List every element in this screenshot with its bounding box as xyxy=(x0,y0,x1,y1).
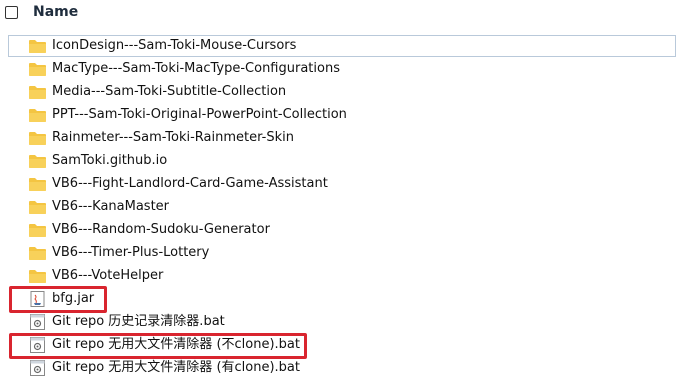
folder-icon xyxy=(28,245,47,261)
folder-row[interactable]: VB6---Timer-Plus-Lottery xyxy=(8,242,678,264)
highlight-box xyxy=(9,333,307,359)
file-name: SamToki.github.io xyxy=(52,153,168,168)
file-name: VB6---Fight-Landlord-Card-Game-Assistant xyxy=(52,176,328,191)
folder-icon xyxy=(28,61,47,77)
select-all-checkbox[interactable] xyxy=(5,6,18,19)
folder-row[interactable]: VB6---Fight-Landlord-Card-Game-Assistant xyxy=(8,173,678,195)
file-name: Media---Sam-Toki-Subtitle-Collection xyxy=(52,84,287,99)
file-name: VB6---Random-Sudoku-Generator xyxy=(52,222,270,237)
folder-row[interactable]: VB6---KanaMaster xyxy=(8,196,678,218)
folder-icon xyxy=(28,38,47,54)
folder-icon xyxy=(28,268,47,284)
batch-file-icon xyxy=(28,314,47,330)
column-header: Name xyxy=(0,0,678,30)
folder-icon xyxy=(28,176,47,192)
file-row[interactable]: bfg.jar xyxy=(8,288,678,310)
file-name: VB6---KanaMaster xyxy=(52,199,170,214)
folder-row[interactable]: IconDesign---Sam-Toki-Mouse-Cursors xyxy=(8,35,678,57)
file-name: Git repo 无用大文件清除器 (有clone).bat xyxy=(52,360,300,375)
file-row[interactable]: Git repo 历史记录清除器.bat xyxy=(8,311,678,333)
file-name: VB6---Timer-Plus-Lottery xyxy=(52,245,210,260)
file-row[interactable]: Git repo 无用大文件清除器 (有clone).bat xyxy=(8,357,678,379)
name-column-header[interactable]: Name xyxy=(33,4,78,20)
folder-row[interactable]: VB6---Random-Sudoku-Generator xyxy=(8,219,678,241)
folder-icon xyxy=(28,222,47,238)
file-name: Git repo 历史记录清除器.bat xyxy=(52,314,225,329)
folder-icon xyxy=(28,199,47,215)
highlight-box xyxy=(9,286,107,313)
folder-row[interactable]: SamToki.github.io xyxy=(8,150,678,172)
folder-icon xyxy=(28,153,47,169)
folder-icon xyxy=(28,130,47,146)
file-name: MacType---Sam-Toki-MacType-Configuration… xyxy=(52,61,340,76)
folder-row[interactable]: VB6---VoteHelper xyxy=(8,265,678,287)
file-name: VB6---VoteHelper xyxy=(52,268,164,283)
file-name: Rainmeter---Sam-Toki-Rainmeter-Skin xyxy=(52,130,294,145)
folder-row[interactable]: PPT---Sam-Toki-Original-PowerPoint-Colle… xyxy=(8,104,678,126)
batch-file-icon xyxy=(28,360,47,376)
folder-row[interactable]: MacType---Sam-Toki-MacType-Configuration… xyxy=(8,58,678,80)
folder-row[interactable]: Rainmeter---Sam-Toki-Rainmeter-Skin xyxy=(8,127,678,149)
folder-icon xyxy=(28,107,47,123)
folder-icon xyxy=(28,84,47,100)
file-name: IconDesign---Sam-Toki-Mouse-Cursors xyxy=(52,38,297,53)
folder-row[interactable]: Media---Sam-Toki-Subtitle-Collection xyxy=(8,81,678,103)
file-name: PPT---Sam-Toki-Original-PowerPoint-Colle… xyxy=(52,107,347,122)
